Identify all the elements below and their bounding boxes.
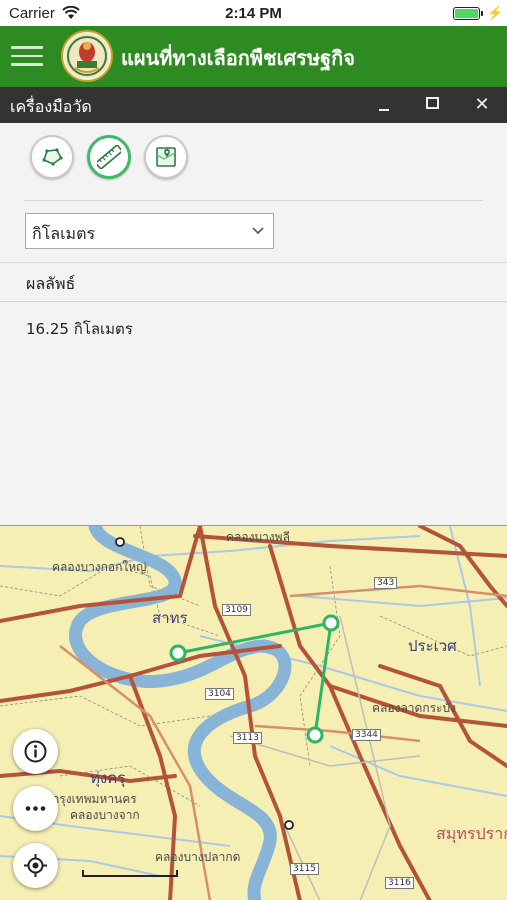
hamburger-menu-icon[interactable] [11, 46, 43, 66]
map-label: ทุ่งครุ [90, 769, 126, 787]
close-icon[interactable]: ✕ [470, 93, 494, 117]
divider [24, 200, 483, 201]
area-measure-button[interactable] [30, 135, 74, 179]
status-bar: Carrier 2:14 PM ⚡ [0, 0, 507, 26]
tool-window-titlebar: เครื่องมือวัด ✕ [0, 87, 507, 123]
route-shield: 3344 [352, 729, 381, 741]
map-label: คลองบางพลี [226, 530, 290, 544]
unit-select-value: กิโลเมตร [32, 224, 96, 243]
chevron-down-icon [251, 222, 265, 241]
app-logo [61, 30, 113, 82]
location-measure-button[interactable] [144, 135, 188, 179]
route-shield: 3104 [205, 688, 234, 700]
more-horizontal-icon [25, 806, 46, 811]
result-label: ผลลัพธ์ [26, 274, 76, 293]
distance-measure-icon [97, 145, 121, 169]
minimize-icon[interactable] [372, 93, 396, 117]
map-label: สาทร [152, 609, 188, 627]
map-label: ประเวศ [408, 637, 457, 655]
route-shield: 3113 [233, 732, 262, 744]
app-header: แผนที่ทางเลือกพืชเศรษฐกิจ [0, 26, 507, 87]
measure-panel: กิโลเมตร ผลลัพธ์ 16.25 กิโลเมตร [0, 123, 507, 525]
more-options-button[interactable] [13, 786, 58, 831]
app-title: แผนที่ทางเลือกพืชเศรษฐกิจ [121, 46, 355, 70]
map-label: คลองบางจาก [70, 808, 140, 822]
route-shield: 3109 [222, 604, 251, 616]
unit-select[interactable]: กิโลเมตร [25, 213, 274, 249]
route-shield: 3116 [385, 877, 414, 889]
map-label: คลองบางกอกใหญ่ [52, 560, 147, 574]
clock: 2:14 PM [225, 5, 282, 22]
info-icon [24, 740, 47, 763]
maximize-icon[interactable] [421, 93, 445, 117]
location-measure-icon [156, 147, 176, 167]
tool-window-title: เครื่องมือวัด [10, 97, 92, 116]
map-label: สมุทรปราการ [436, 824, 507, 843]
divider [0, 301, 507, 302]
distance-measure-button[interactable] [87, 135, 131, 179]
map-label: คลองบางปลากด [155, 850, 241, 864]
map-label: คลองลาดกระบัง [372, 701, 456, 715]
result-value: 16.25 กิโลเมตร [26, 320, 133, 338]
route-shield: 3115 [290, 863, 319, 875]
divider [0, 262, 507, 263]
battery-icon: ⚡ [453, 5, 503, 20]
map-view[interactable]: คลองบางกอกใหญ่ คลองบางพลี สาทร ประเวศ คล… [0, 525, 507, 900]
crosshair-location-icon [24, 854, 47, 877]
my-location-button[interactable] [13, 843, 58, 888]
screen: Carrier 2:14 PM ⚡ แผนที่ทางเลือกพืชเศรษฐ… [0, 0, 507, 900]
route-shield: 343 [374, 577, 398, 589]
map-scale-bar [82, 870, 178, 877]
info-button[interactable] [13, 729, 58, 774]
area-measure-icon [42, 148, 63, 166]
